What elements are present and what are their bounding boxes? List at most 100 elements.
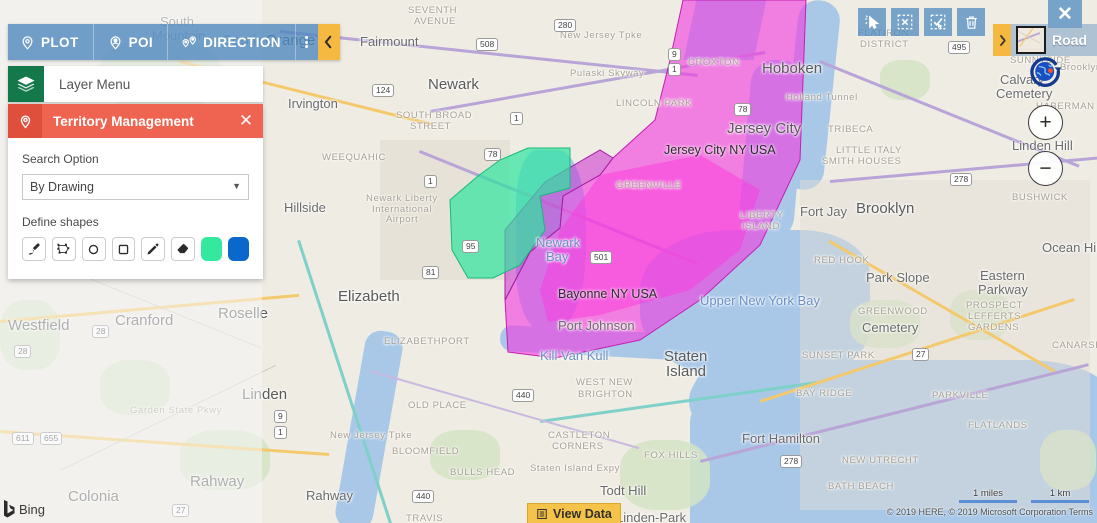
map-thumbnail-icon[interactable] bbox=[1016, 26, 1046, 54]
road-shield: 280 bbox=[554, 19, 577, 32]
bing-logo[interactable]: Bing bbox=[3, 500, 45, 518]
pencil-icon bbox=[147, 243, 159, 255]
road-shield: 508 bbox=[476, 38, 499, 51]
view-data-label: View Data bbox=[553, 507, 612, 521]
delete-tool-button[interactable] bbox=[957, 8, 985, 36]
table-list-icon bbox=[537, 509, 547, 519]
bing-label: Bing bbox=[19, 501, 46, 517]
road-shield: 9 bbox=[274, 410, 287, 423]
brush-tool-button[interactable] bbox=[22, 237, 46, 261]
rectangle-tool-button[interactable] bbox=[111, 237, 136, 261]
globe-compass-icon bbox=[1030, 57, 1062, 87]
road-shield: 124 bbox=[372, 84, 395, 97]
map-action-toolbar: PLOT POI DIRECTION bbox=[8, 24, 340, 60]
road-shield: 81 bbox=[422, 266, 440, 279]
scale-miles: 1 miles bbox=[959, 488, 1017, 503]
basemap-switcher: Road bbox=[993, 24, 1097, 56]
panel-header: Territory Management ✕ bbox=[8, 104, 263, 138]
circle-icon bbox=[88, 244, 99, 254]
view-data-button[interactable]: View Data bbox=[527, 503, 621, 523]
basemap-label: Road bbox=[1052, 32, 1087, 48]
toolbar-label-poi: POI bbox=[128, 34, 154, 50]
toolbar-label-direction: DIRECTION bbox=[203, 34, 281, 50]
color-swatch-blue[interactable] bbox=[228, 237, 249, 261]
poi-pin-icon bbox=[110, 35, 121, 50]
road-shield: 1 bbox=[274, 426, 287, 439]
select-all-check-icon bbox=[930, 14, 946, 30]
eraser-tool-button[interactable] bbox=[171, 237, 196, 261]
select-all-tool-button[interactable] bbox=[924, 8, 952, 36]
toolbar-label-plot: PLOT bbox=[41, 34, 79, 50]
location-pin-icon bbox=[20, 115, 30, 128]
define-shapes-label: Define shapes bbox=[22, 215, 99, 229]
road-shield: 440 bbox=[512, 389, 535, 402]
road-shield: 278 bbox=[950, 173, 973, 186]
select-cursor-tool-button[interactable] bbox=[858, 8, 886, 36]
road-shield: 440 bbox=[412, 490, 435, 503]
polygon-transform-icon bbox=[57, 243, 70, 254]
eraser-icon bbox=[177, 244, 189, 254]
scale-km: 1 km bbox=[1031, 488, 1089, 503]
color-swatch-green[interactable] bbox=[201, 237, 223, 261]
more-vertical-icon bbox=[305, 36, 309, 40]
scale-miles-label: 1 miles bbox=[972, 488, 1004, 499]
deselect-box-icon bbox=[897, 14, 913, 30]
toolbar-button-direction[interactable]: DIRECTION bbox=[168, 24, 296, 60]
more-vertical-icon bbox=[305, 40, 309, 44]
toolbar-button-plot[interactable]: PLOT bbox=[8, 24, 94, 60]
polygon-tool-button[interactable] bbox=[51, 237, 76, 261]
road-shield: 27 bbox=[912, 348, 930, 361]
road-shield: 501 bbox=[590, 251, 613, 264]
square-icon bbox=[118, 244, 129, 254]
paintbrush-icon bbox=[28, 243, 40, 255]
map-thumbnail-graphic bbox=[1018, 28, 1041, 48]
trash-icon bbox=[965, 15, 977, 29]
road-shield: 1 bbox=[424, 175, 437, 188]
shape-edit-toolbar bbox=[858, 8, 985, 36]
zoom-in-button[interactable]: + bbox=[1028, 105, 1063, 140]
panel-body: Search Option By Drawing ▼ Define shapes bbox=[8, 138, 263, 279]
layer-menu-bar[interactable]: Layer Menu bbox=[8, 66, 263, 102]
zoom-out-button[interactable]: − bbox=[1028, 151, 1063, 186]
map-attribution[interactable]: © 2019 HERE, © 2019 Microsoft Corporatio… bbox=[887, 507, 1093, 517]
compass-button[interactable] bbox=[1029, 55, 1062, 88]
road-shield: 78 bbox=[484, 148, 502, 161]
more-vertical-icon bbox=[305, 44, 309, 48]
layer-menu-icon-box bbox=[8, 66, 44, 102]
road-shield: 28 bbox=[14, 345, 32, 358]
panel-header-icon-box bbox=[8, 104, 42, 138]
toolbar-more-menu[interactable] bbox=[295, 24, 318, 60]
road-shield: 95 bbox=[462, 240, 480, 253]
territory-label: Bayonne NY USA bbox=[558, 287, 658, 301]
road-shield: 611 bbox=[12, 432, 34, 445]
shape-tools-row bbox=[22, 237, 249, 261]
circle-tool-button[interactable] bbox=[81, 237, 106, 261]
scale-km-label: 1 km bbox=[1049, 488, 1071, 499]
deselect-tool-button[interactable] bbox=[891, 8, 919, 36]
pencil-tool-button[interactable] bbox=[141, 237, 166, 261]
toolbar-collapse-button[interactable] bbox=[317, 24, 340, 60]
search-option-label: Search Option bbox=[22, 152, 99, 166]
territory-label: Jersey City NY USA bbox=[664, 143, 776, 157]
basemap-expand-button[interactable] bbox=[993, 24, 1011, 56]
map-scale-bar: 1 miles 1 km bbox=[959, 488, 1089, 503]
direction-pins-icon bbox=[182, 35, 197, 48]
road-shield: 28 bbox=[92, 325, 110, 338]
chevron-left-icon bbox=[325, 35, 332, 49]
road-shield: 1 bbox=[510, 112, 523, 125]
panel-close-button[interactable]: ✕ bbox=[229, 104, 263, 138]
road-shield: 78 bbox=[734, 103, 752, 116]
road-shield: 655 bbox=[40, 432, 63, 445]
road-shield: 278 bbox=[780, 455, 803, 468]
panel-title: Territory Management bbox=[53, 113, 194, 129]
search-option-select[interactable]: By Drawing bbox=[22, 174, 249, 200]
select-cursor-icon bbox=[865, 15, 880, 29]
toolbar-button-poi[interactable]: POI bbox=[93, 24, 169, 60]
territory-management-panel: Territory Management ✕ Search Option By … bbox=[8, 104, 263, 279]
map-application: SouthMountainSouth OrangeFairmountSEVENT… bbox=[0, 0, 1097, 523]
scale-miles-line bbox=[959, 500, 1017, 503]
road-shield: 495 bbox=[948, 41, 971, 54]
chevron-right-icon bbox=[999, 34, 1006, 46]
layers-stack-icon bbox=[17, 76, 35, 92]
road-shield: 9 bbox=[668, 48, 681, 61]
